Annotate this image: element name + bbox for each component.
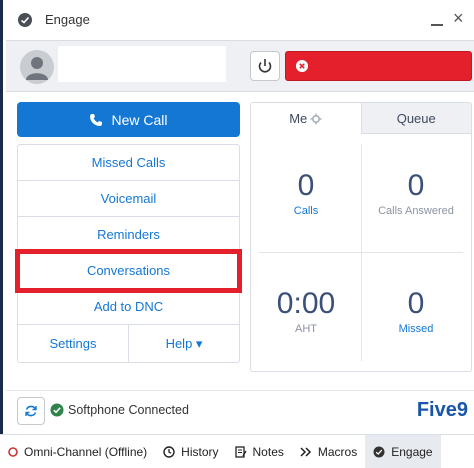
titlebar: Engage × xyxy=(3,0,474,40)
omni-channel-icon xyxy=(8,446,18,457)
utility-bar: Omni-Channel (Offline) History Notes Mac… xyxy=(0,434,474,468)
window-title: Engage xyxy=(45,12,90,27)
new-call-button[interactable]: New Call xyxy=(17,102,240,137)
agent-bar xyxy=(6,40,474,92)
phone-icon xyxy=(90,113,103,126)
help-button[interactable]: Help ▾ xyxy=(128,325,239,362)
tab-queue[interactable]: Queue xyxy=(360,103,471,134)
stats-panel: Me Queue 0 Calls 0 Calls Answered 0:00 A… xyxy=(250,102,472,372)
app-root: Engage × New Call Missed Calls Voicemail… xyxy=(0,0,474,468)
stat-calls-answered-label: Calls Answered xyxy=(378,205,454,217)
stat-calls-answered-value: 0 xyxy=(407,169,425,202)
stat-aht: 0:00 AHT xyxy=(251,252,361,370)
refresh-button[interactable] xyxy=(17,397,45,425)
tab-me[interactable]: Me xyxy=(251,103,361,134)
stat-calls-answered: 0 Calls Answered xyxy=(361,134,471,252)
utility-history-label: History xyxy=(181,444,219,459)
stats-tabs: Me Queue xyxy=(251,103,471,134)
utility-notes-label: Notes xyxy=(252,444,284,459)
engage-icon xyxy=(373,446,385,457)
utility-engage[interactable]: Engage xyxy=(365,434,441,468)
utility-omni-channel-label: Omni-Channel (Offline) xyxy=(24,444,148,459)
settings-button[interactable]: Settings xyxy=(18,325,128,362)
utility-macros[interactable]: Macros xyxy=(292,435,365,468)
refresh-icon xyxy=(25,405,37,417)
clock-icon xyxy=(163,445,175,458)
missed-calls-button[interactable]: Missed Calls xyxy=(18,145,239,181)
check-circle-icon xyxy=(50,403,64,417)
utility-history[interactable]: History xyxy=(155,435,226,468)
utility-engage-label: Engage xyxy=(391,444,433,459)
stat-calls[interactable]: 0 Calls xyxy=(251,134,361,252)
five9-logo: Five9 xyxy=(416,399,468,421)
agent-name-field xyxy=(58,46,226,82)
stat-aht-label: AHT xyxy=(295,323,317,335)
engage-logo-icon xyxy=(18,13,32,27)
power-icon xyxy=(258,59,272,73)
gear-icon xyxy=(310,113,322,124)
conversations-highlight xyxy=(15,249,242,293)
logout-button[interactable] xyxy=(250,51,280,81)
reminders-button[interactable]: Reminders xyxy=(18,217,239,253)
stat-aht-value: 0:00 xyxy=(276,287,336,320)
utility-omni-channel[interactable]: Omni-Channel (Offline) xyxy=(0,435,155,468)
not-ready-icon xyxy=(296,60,308,72)
stat-missed-label: Missed xyxy=(398,323,434,335)
engage-window: Engage × New Call Missed Calls Voicemail… xyxy=(0,0,474,434)
tab-me-label: Me xyxy=(289,111,308,126)
user-icon xyxy=(26,57,48,80)
stat-missed[interactable]: 0 Missed xyxy=(361,252,471,370)
footer-bar: Softphone Connected Five9 xyxy=(6,390,474,430)
avatar xyxy=(20,50,54,84)
voicemail-button[interactable]: Voicemail xyxy=(18,181,239,217)
macros-icon xyxy=(300,446,311,457)
stat-missed-value: 0 xyxy=(407,287,425,320)
close-button[interactable]: × xyxy=(453,9,464,27)
utility-notes[interactable]: Notes xyxy=(227,435,292,468)
softphone-status: Softphone Connected xyxy=(50,403,189,417)
add-to-dnc-button[interactable]: Add to DNC xyxy=(18,289,239,325)
stat-calls-label: Calls xyxy=(293,205,319,217)
minimize-button[interactable] xyxy=(431,8,445,28)
softphone-status-label: Softphone Connected xyxy=(68,403,189,417)
stat-calls-value: 0 xyxy=(297,169,315,202)
agent-state-button[interactable] xyxy=(285,51,472,81)
settings-help-row: Settings Help ▾ xyxy=(18,325,239,362)
utility-macros-label: Macros xyxy=(317,444,358,459)
stats-grid: 0 Calls 0 Calls Answered 0:00 AHT 0 Miss… xyxy=(251,134,471,371)
notes-icon xyxy=(234,445,247,458)
new-call-label: New Call xyxy=(111,111,168,128)
